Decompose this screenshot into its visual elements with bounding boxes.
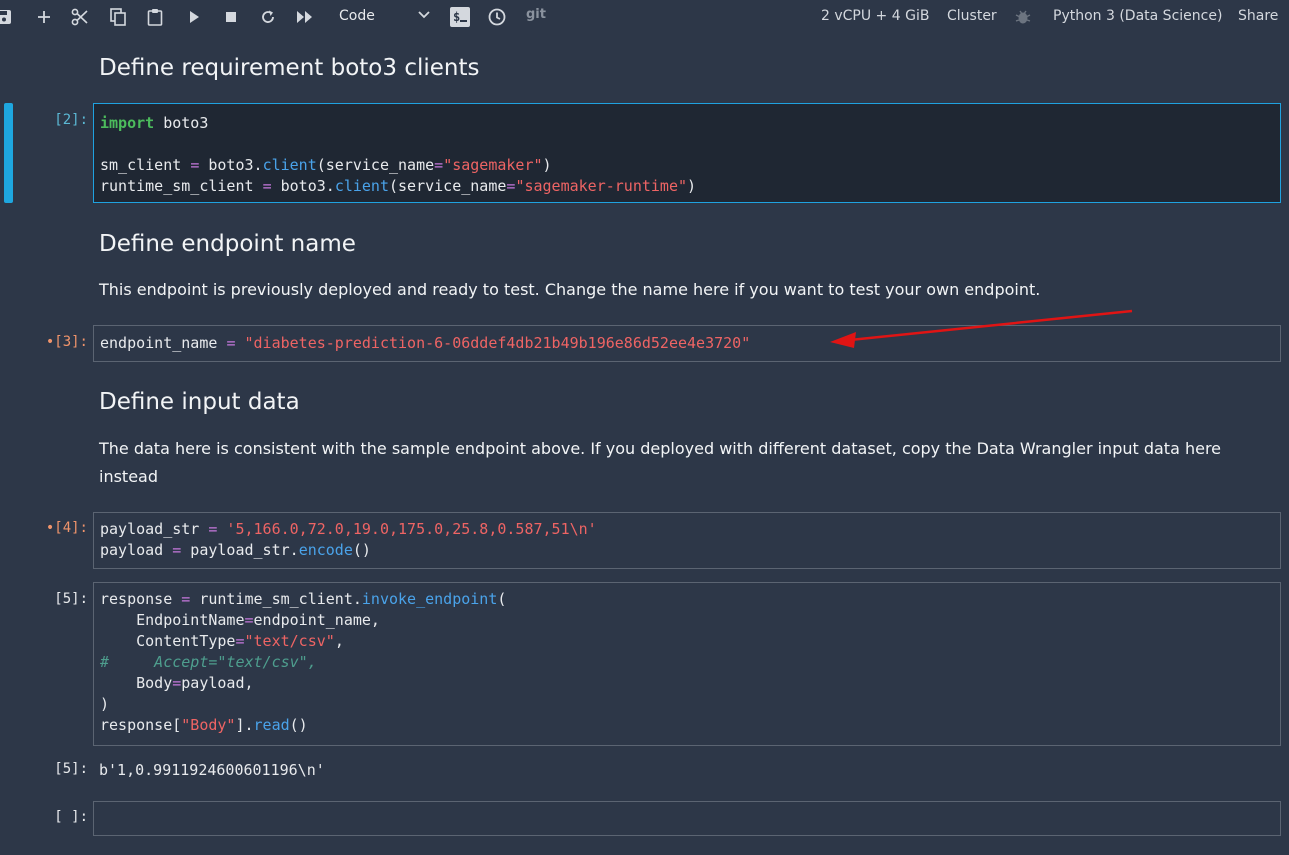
cluster-button[interactable]: Cluster [947, 8, 997, 24]
chevron-down-icon [417, 8, 431, 24]
kernel-name-button[interactable]: Python 3 (Data Science) [1053, 8, 1222, 24]
cell-output: b'1,0.9911924600601196\n' [99, 761, 325, 779]
instance-type-button[interactable]: 2 vCPU + 4 GiB [821, 8, 929, 24]
code-cell-editor[interactable]: payload_str = '5,166.0,72.0,19.0,175.0,2… [93, 512, 1281, 569]
stop-icon[interactable] [221, 7, 241, 27]
markdown-paragraph: This endpoint is previously deployed and… [99, 280, 1041, 299]
code-cell-editor[interactable]: import boto3 sm_client = boto3.client(se… [93, 103, 1281, 203]
input-prompt: [2]: [54, 112, 88, 128]
add-cell-icon[interactable] [34, 7, 54, 27]
git-button[interactable]: git [526, 7, 546, 22]
input-prompt: •[3]: [45, 334, 88, 350]
code-cell-editor[interactable]: endpoint_name = "diabetes-prediction-6-0… [93, 325, 1281, 362]
svg-text:$: $ [453, 10, 460, 24]
cut-icon[interactable] [70, 7, 90, 27]
cell-type-label: Code [339, 8, 375, 24]
markdown-heading: Define requirement boto3 clients [99, 55, 480, 81]
save-icon[interactable] [0, 7, 14, 27]
cell-type-select[interactable]: Code [330, 5, 435, 27]
clock-icon[interactable] [487, 7, 507, 27]
share-button[interactable]: Share [1238, 8, 1278, 24]
notebook-toolbar: Code $ git 2 vCPU + 4 GiB Cluster Python… [0, 0, 1289, 34]
markdown-heading: Define endpoint name [99, 231, 356, 257]
input-prompt: [ ]: [54, 809, 88, 825]
output-prompt: [5]: [54, 761, 88, 777]
paste-icon[interactable] [145, 7, 165, 27]
restart-icon[interactable] [258, 7, 278, 27]
input-prompt: •[4]: [45, 520, 88, 536]
markdown-heading: Define input data [99, 389, 300, 415]
fast-forward-icon[interactable] [295, 7, 315, 27]
code-cell-editor[interactable] [93, 801, 1281, 836]
run-icon[interactable] [184, 7, 204, 27]
terminal-icon[interactable]: $ [450, 7, 470, 27]
input-prompt: [5]: [54, 591, 88, 607]
code-cell-editor[interactable]: response = runtime_sm_client.invoke_endp… [93, 582, 1281, 746]
markdown-paragraph: The data here is consistent with the sam… [99, 439, 1222, 486]
copy-icon[interactable] [108, 7, 128, 27]
kernel-status-bug-icon [1013, 7, 1033, 27]
